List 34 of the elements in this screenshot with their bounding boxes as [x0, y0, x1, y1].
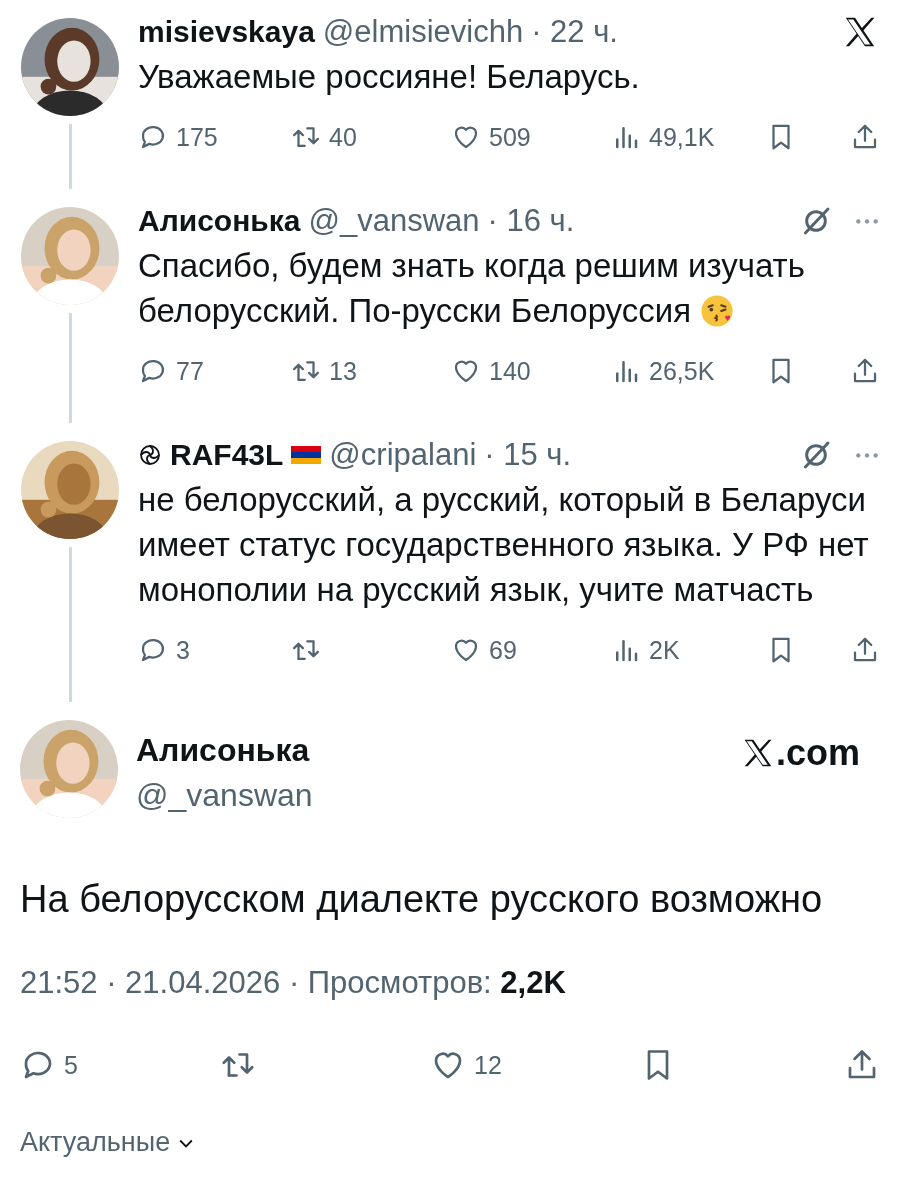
author-name[interactable]: RAF43L — [170, 438, 284, 472]
count: 26,5K — [649, 356, 715, 386]
post-text: Уважаемые россияне! Беларусь. — [138, 57, 641, 97]
author-handle[interactable]: @elmisievichh — [322, 14, 524, 50]
author-name[interactable]: Алисонька — [138, 204, 301, 238]
count: 3 — [176, 635, 190, 665]
author-name[interactable]: Алисонька — [136, 732, 313, 769]
count: 69 — [489, 635, 517, 665]
more-icon[interactable] — [854, 450, 880, 460]
post-text: На белорусском диалекте русского возможно — [20, 878, 824, 921]
count: 12 — [474, 1050, 502, 1080]
flag-icon — [291, 446, 322, 464]
author-handle[interactable]: @_vanswan — [136, 777, 313, 814]
post-meta: 21:52 · 21.04.2026 · Просмотров: 2,2K — [20, 965, 567, 1001]
count: 175 — [176, 122, 218, 152]
post-text: Спасибо, будем знать когда решим изучать белорусский. По-русски Белоруссия — [138, 246, 806, 331]
author-handle[interactable]: @cripalani — [329, 437, 477, 473]
count: 140 — [489, 356, 531, 386]
sort-label[interactable]: Актуальные — [20, 1127, 171, 1158]
count: 77 — [176, 356, 204, 386]
post-time: · 15 ч. — [484, 437, 572, 473]
count: 49,1K — [649, 122, 715, 152]
count: 13 — [329, 356, 357, 386]
count: 509 — [489, 122, 531, 152]
count: 2K — [649, 635, 680, 665]
more-icon[interactable] — [854, 216, 880, 226]
post-time: · 16 ч. — [487, 203, 575, 239]
count: 40 — [329, 122, 357, 152]
author-name[interactable]: misievskaya — [138, 15, 315, 49]
author-handle[interactable]: @_vanswan — [308, 203, 480, 239]
brand-text: .com — [775, 732, 860, 774]
post-text: не белорусский, а русский, который в Беларуси имеет статус государственного языка. У РФ нет монополии на русский язык, учите матчасть — [138, 480, 870, 610]
post-time: · 22 ч. — [531, 14, 618, 50]
count: 5 — [64, 1050, 78, 1080]
